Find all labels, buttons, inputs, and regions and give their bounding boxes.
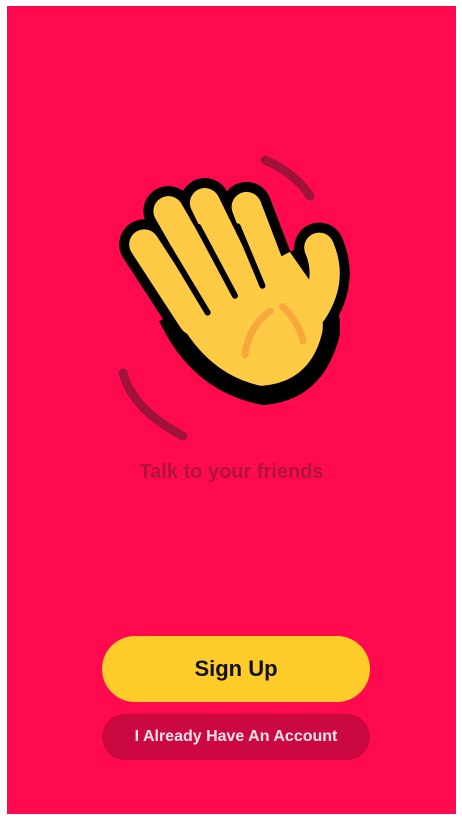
- sign-up-button[interactable]: Sign Up: [102, 636, 370, 702]
- tagline: Talk to your friends: [139, 461, 324, 483]
- welcome-screen: Talk to your friends Sign Up I Already H…: [7, 6, 456, 814]
- hand-shape: [119, 178, 350, 406]
- waving-hand-icon: [105, 148, 375, 448]
- motion-line-bottom: [118, 368, 188, 441]
- existing-account-button[interactable]: I Already Have An Account: [102, 714, 370, 760]
- motion-line-top: [260, 155, 315, 201]
